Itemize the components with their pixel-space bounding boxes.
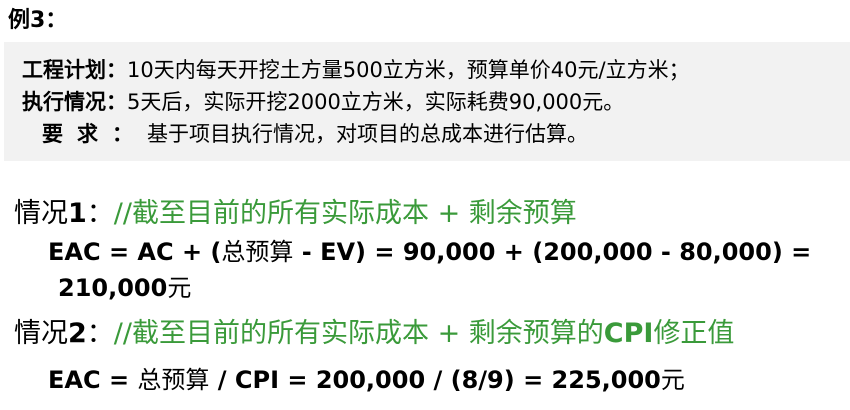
case2-comment: //截至目前的所有实际成本 + 剩余预算的CPI修正值: [114, 318, 735, 349]
case1-number: 1: [68, 198, 87, 229]
case1-formula-part-c: - EV) = 90,000 + (200,000 - 80,000) =: [293, 238, 812, 266]
case1-formula: EAC = AC + (总预算 - EV) = 90,000 + (200,00…: [48, 236, 811, 268]
plan-line: 工程计划：10天内每天开挖土方量500立方米，预算单价40元/立方米；: [22, 56, 690, 84]
status-text: 5天后，实际开挖2000立方米，实际耗费90,000元。: [127, 90, 625, 114]
requirement-text: 基于项目执行情况，对项目的总成本进行估算。: [147, 122, 588, 146]
case2-formula-part-d: 元: [660, 366, 685, 394]
case2-colon: ：: [86, 318, 114, 349]
case1-formula-part-a: EAC = AC + (: [48, 238, 222, 266]
case2-number: 2: [68, 318, 87, 349]
case2-heading: 情况2：//截至目前的所有实际成本 + 剩余预算的CPI修正值: [14, 316, 734, 352]
case2-formula-part-b: 总预算: [137, 366, 210, 394]
case1-result-number: 210,000: [58, 274, 168, 302]
case1-result-unit: 元: [167, 274, 192, 302]
case2-comment-cpi: CPI: [603, 318, 654, 349]
requirement-line: 要求：基于项目执行情况，对项目的总成本进行估算。: [42, 120, 588, 148]
case2-prefix: 情况: [14, 318, 68, 349]
case1-prefix: 情况: [14, 198, 68, 229]
case1-comment: //截至目前的所有实际成本 + 剩余预算: [113, 198, 577, 229]
case2-comment-part-c: 修正值: [653, 318, 735, 349]
example-title: 例3：: [8, 8, 68, 33]
case2-comment-part-a: //截至目前的所有实际成本 + 剩余预算的: [113, 318, 604, 349]
status-line: 执行情况：5天后，实际开挖2000立方米，实际耗费90,000元。: [22, 88, 624, 116]
case2-formula-part-a: EAC =: [48, 366, 138, 394]
case1-result: 210,000元: [58, 272, 191, 304]
plan-label: 工程计划：: [22, 58, 127, 82]
problem-box: 工程计划：10天内每天开挖土方量500立方米，预算单价40元/立方米； 执行情况…: [4, 42, 850, 161]
requirement-label: 要求：: [42, 122, 147, 146]
status-label: 执行情况：: [22, 90, 127, 114]
case1-colon: ：: [86, 198, 114, 229]
case2-formula-part-c: / CPI = 200,000 / (8/9) = 225,000: [209, 366, 661, 394]
plan-text: 10天内每天开挖土方量500立方米，预算单价40元/立方米；: [127, 58, 690, 82]
case2-formula: EAC = 总预算 / CPI = 200,000 / (8/9) = 225,…: [48, 364, 685, 396]
case1-heading: 情况1：//截至目前的所有实际成本 + 剩余预算: [14, 196, 577, 232]
case1-formula-part-b: 总预算: [221, 238, 294, 266]
